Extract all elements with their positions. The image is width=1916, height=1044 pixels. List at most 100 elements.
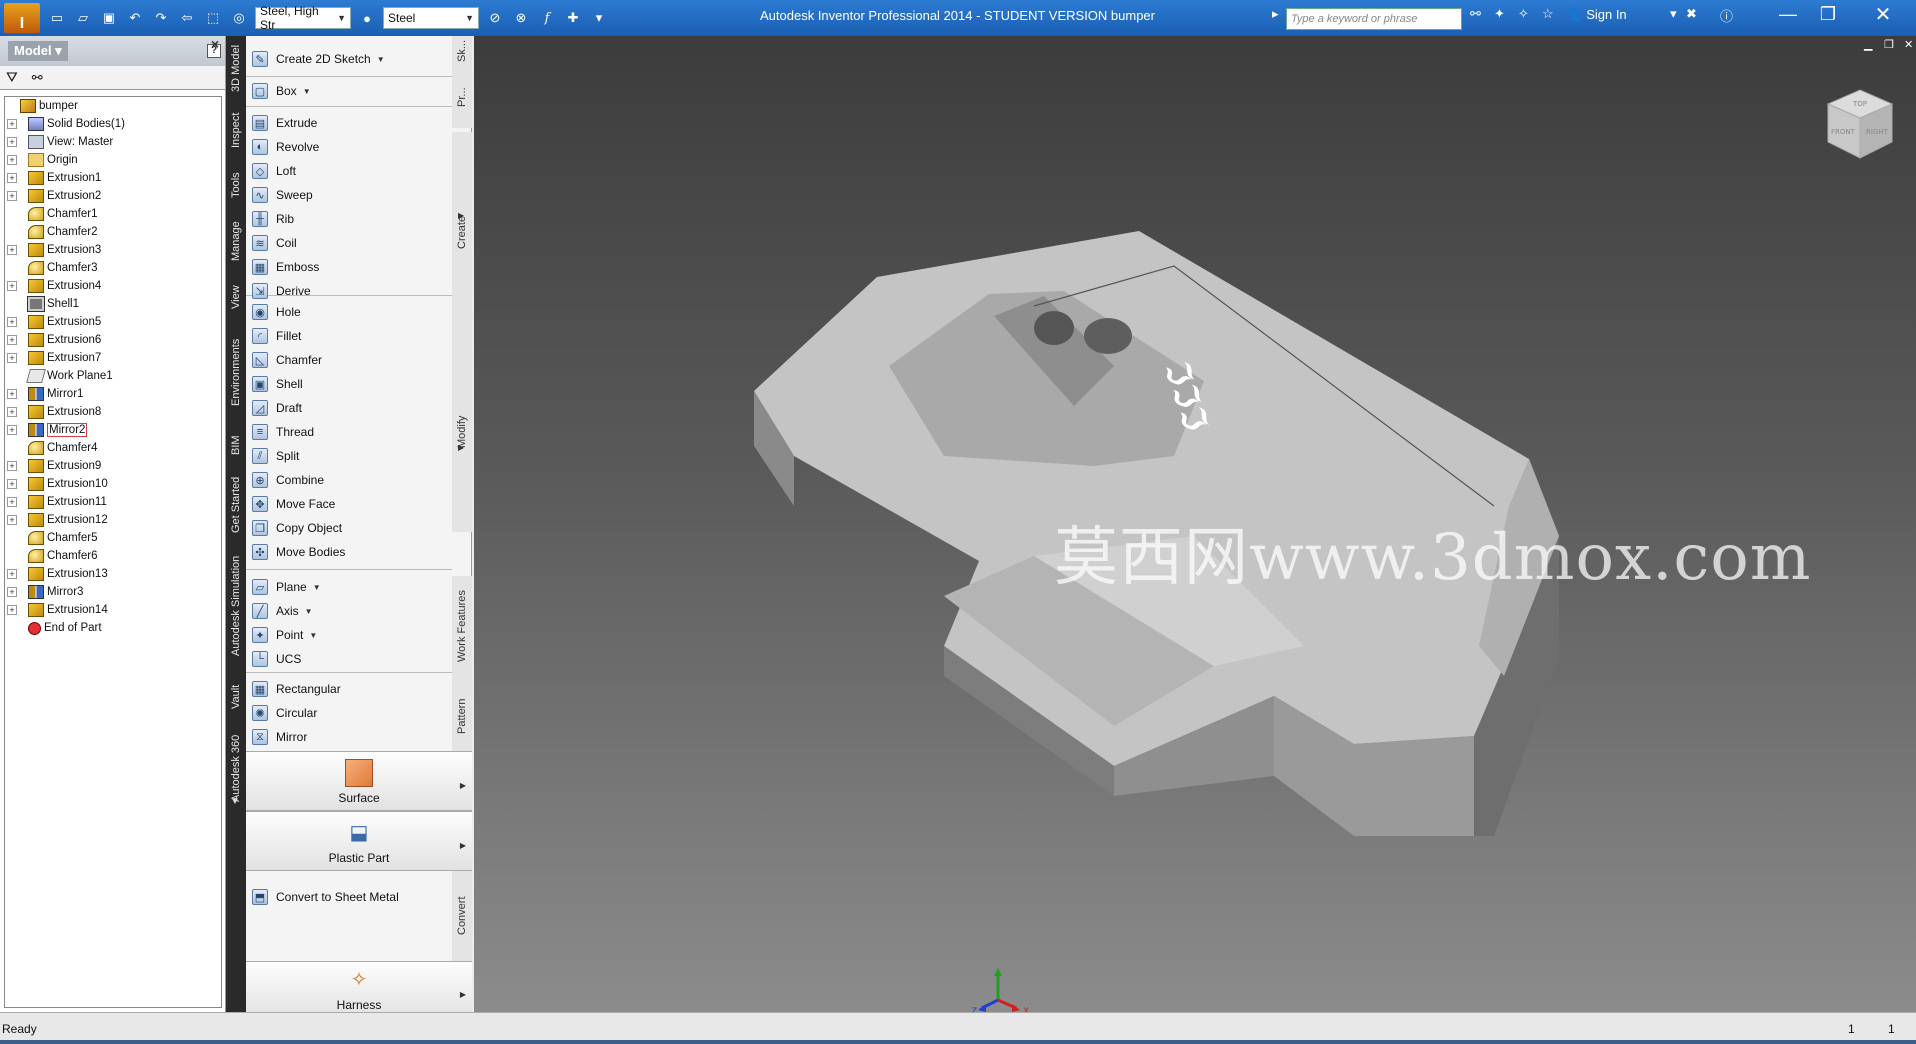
tree-node[interactable]: + Extrusion13 bbox=[5, 565, 221, 583]
loft-button[interactable]: ◇ Loft bbox=[252, 160, 296, 182]
modify-group-label[interactable]: Modify bbox=[452, 332, 472, 532]
revolve-button[interactable]: ◐ Revolve bbox=[252, 136, 319, 158]
fillet-button[interactable]: ◜ Fillet bbox=[252, 325, 301, 347]
ribbon-tab-get-started[interactable]: Get Started bbox=[226, 470, 246, 540]
point-button[interactable]: ✦ Point ▼ bbox=[252, 624, 317, 646]
tree-expand-icon[interactable]: + bbox=[7, 461, 17, 471]
binoculars-icon[interactable]: ⚯ bbox=[1470, 6, 1481, 22]
tree-node[interactable]: + Extrusion1 bbox=[5, 169, 221, 187]
split-button[interactable]: ⫽ Split bbox=[252, 445, 299, 467]
tree-expand-icon[interactable]: + bbox=[7, 389, 17, 399]
style-combo[interactable]: Steel, High Str ▼ bbox=[255, 4, 351, 32]
ribbon-tab-autodesk-simulation[interactable]: Autodesk Simulation bbox=[226, 544, 246, 668]
new-icon[interactable]: ▭ bbox=[46, 7, 68, 29]
restore-button[interactable]: ❐ bbox=[1808, 0, 1848, 28]
plastic-part-button[interactable]: ⬓ Plastic Part ▶ bbox=[246, 811, 472, 871]
tree-node[interactable]: + Extrusion11 bbox=[5, 493, 221, 511]
tree-expand-icon[interactable]: + bbox=[7, 335, 17, 345]
tree-expand-icon[interactable]: + bbox=[7, 407, 17, 417]
sketch-group-label[interactable]: Sk... bbox=[452, 36, 472, 66]
copy-object-button[interactable]: ❐ Copy Object bbox=[252, 517, 342, 539]
box-button[interactable]: ▢ Box ▼ bbox=[252, 80, 311, 102]
material-combo[interactable]: Steel ▼ bbox=[383, 7, 479, 29]
draft-button[interactable]: ◿ Draft bbox=[252, 397, 302, 419]
browser-title-dropdown[interactable]: Model ▾ bbox=[8, 41, 68, 61]
sign-in-dropdown-icon[interactable]: ▾ bbox=[1670, 6, 1677, 22]
ucs-button[interactable]: └ UCS bbox=[252, 648, 301, 670]
work-features-group-label[interactable]: Work Features bbox=[452, 576, 472, 676]
inventor-logo-icon[interactable]: I bbox=[4, 3, 40, 33]
tree-node[interactable]: + Extrusion5 bbox=[5, 313, 221, 331]
surface-expand-icon[interactable]: ▶ bbox=[460, 781, 466, 790]
tree-node[interactable]: Work Plane1 bbox=[5, 367, 221, 385]
ribbon-tab-vault[interactable]: Vault bbox=[226, 672, 246, 722]
select-icon[interactable]: ⬚ bbox=[202, 7, 224, 29]
tree-expand-icon[interactable]: + bbox=[7, 245, 17, 255]
primitives-group-label[interactable]: Pr... bbox=[452, 66, 472, 128]
tree-node[interactable]: + Extrusion8 bbox=[5, 403, 221, 421]
tree-expand-icon[interactable]: + bbox=[7, 155, 17, 165]
tree-node[interactable]: + Origin bbox=[5, 151, 221, 169]
plastic-part-expand-icon[interactable]: ▶ bbox=[460, 841, 466, 850]
crosshair-icon[interactable]: ✚ bbox=[562, 7, 584, 29]
tree-node[interactable]: Chamfer2 bbox=[5, 223, 221, 241]
tree-expand-icon[interactable]: + bbox=[7, 515, 17, 525]
tree-node[interactable]: Chamfer3 bbox=[5, 259, 221, 277]
undo-icon[interactable]: ↶ bbox=[124, 7, 146, 29]
search-expand-icon[interactable]: ▸ bbox=[1272, 6, 1279, 22]
derive-button[interactable]: ⇲ Derive bbox=[252, 280, 311, 302]
open-icon[interactable]: ▱ bbox=[72, 7, 94, 29]
ribbon-tab-3d-model[interactable]: 3D Model bbox=[226, 38, 246, 98]
tree-node[interactable]: + View: Master bbox=[5, 133, 221, 151]
tree-node[interactable]: + Extrusion9 bbox=[5, 457, 221, 475]
harness-expand-icon[interactable]: ▶ bbox=[460, 990, 466, 999]
tree-expand-icon[interactable]: + bbox=[7, 281, 17, 291]
more-tabs-chevron-icon[interactable]: ▼ bbox=[230, 796, 240, 807]
ribbon-tab-environments[interactable]: Environments bbox=[226, 324, 246, 420]
tree-expand-icon[interactable]: + bbox=[7, 353, 17, 363]
tree-expand-icon[interactable]: + bbox=[7, 497, 17, 507]
sign-in-button[interactable]: 👤 Sign In bbox=[1566, 6, 1627, 22]
tree-node[interactable]: + Mirror2 bbox=[5, 421, 221, 439]
tree-node[interactable]: End of Part bbox=[5, 619, 221, 637]
axis-button[interactable]: ╱ Axis ▼ bbox=[252, 600, 313, 622]
surface-button[interactable]: Surface ▶ bbox=[246, 751, 472, 811]
chevron-down-icon[interactable]: ▼ bbox=[313, 583, 321, 592]
clear-override-icon[interactable]: ⊘ bbox=[484, 7, 506, 29]
filter-icon[interactable]: ⛛ bbox=[6, 69, 18, 86]
pattern-group-label[interactable]: Pattern bbox=[452, 676, 472, 756]
tree-node[interactable]: + Mirror3 bbox=[5, 583, 221, 601]
tree-node[interactable]: + Extrusion3 bbox=[5, 241, 221, 259]
rib-button[interactable]: ╫ Rib bbox=[252, 208, 294, 230]
harness-button[interactable]: ✧ Harness ▶ bbox=[246, 961, 472, 1017]
browser-close-icon[interactable]: × bbox=[211, 36, 219, 52]
redo-icon[interactable]: ↷ bbox=[150, 7, 172, 29]
find-binoculars-icon[interactable]: ⚯ bbox=[32, 70, 43, 86]
chevron-down-icon[interactable]: ▼ bbox=[309, 631, 317, 640]
plane-button[interactable]: ▱ Plane ▼ bbox=[252, 576, 321, 598]
subscription-icon[interactable]: ✦ bbox=[1494, 6, 1505, 22]
tree-node[interactable]: Chamfer5 bbox=[5, 529, 221, 547]
tree-node[interactable]: Chamfer6 bbox=[5, 547, 221, 565]
tree-node[interactable]: Chamfer1 bbox=[5, 205, 221, 223]
ribbon-tab-view[interactable]: View bbox=[226, 274, 246, 320]
ribbon-tab-inspect[interactable]: Inspect bbox=[226, 102, 246, 158]
circular-button[interactable]: ✺ Circular bbox=[252, 702, 317, 724]
tree-node[interactable]: bumper bbox=[5, 97, 221, 115]
mirror-button[interactable]: ⧖ Mirror bbox=[252, 726, 307, 748]
save-icon[interactable]: ▣ bbox=[98, 7, 120, 29]
tree-node[interactable]: + Extrusion14 bbox=[5, 601, 221, 619]
tree-expand-icon[interactable]: + bbox=[7, 569, 17, 579]
tree-node[interactable]: Chamfer4 bbox=[5, 439, 221, 457]
tree-node[interactable]: + Extrusion10 bbox=[5, 475, 221, 493]
chamfer-button[interactable]: ◺ Chamfer bbox=[252, 349, 322, 371]
model-tree[interactable]: bumper + Solid Bodies(1) + View: Master + Orig… bbox=[4, 96, 222, 1008]
adjust-icon[interactable]: ⊗ bbox=[510, 7, 532, 29]
coil-button[interactable]: ≋ Coil bbox=[252, 232, 297, 254]
tree-node[interactable]: + Extrusion7 bbox=[5, 349, 221, 367]
tree-expand-icon[interactable]: + bbox=[7, 587, 17, 597]
modify-group-expand-icon[interactable]: ▶ bbox=[458, 443, 464, 452]
extrude-button[interactable]: ▤ Extrude bbox=[252, 112, 317, 134]
create-group-expand-icon[interactable]: ▶ bbox=[458, 211, 464, 220]
chevron-down-icon[interactable]: ▼ bbox=[305, 607, 313, 616]
